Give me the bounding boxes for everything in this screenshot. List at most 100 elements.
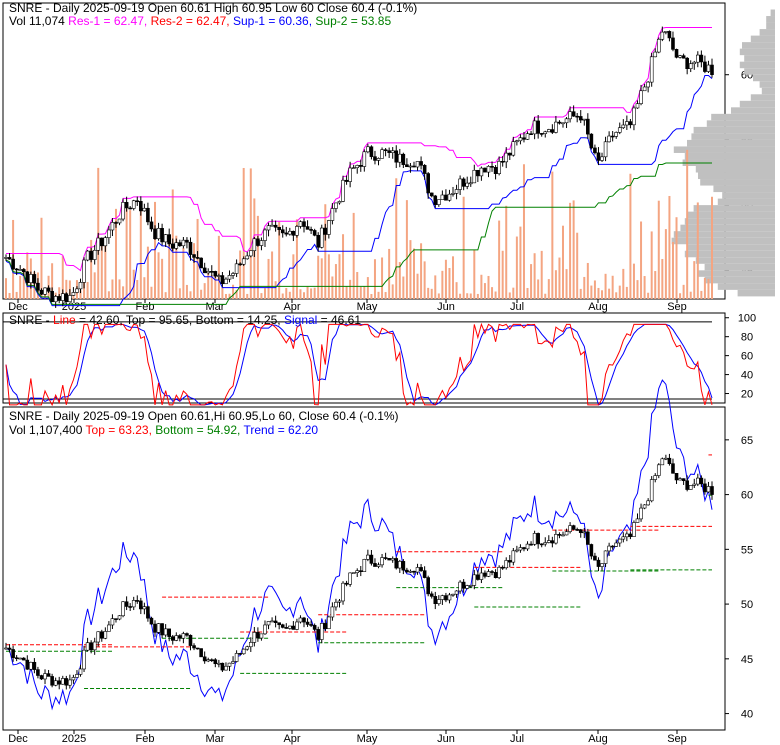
volume-bar <box>597 287 600 299</box>
candle-body <box>309 624 313 626</box>
volume-bar <box>657 200 660 299</box>
volume-bar <box>306 286 309 299</box>
candle-body <box>639 507 643 520</box>
candle-body <box>390 150 395 153</box>
candle-body <box>89 250 93 260</box>
volume-bar <box>19 275 22 299</box>
candle-body <box>649 479 654 502</box>
volume-profile-bar <box>711 113 775 121</box>
volume-bar <box>363 286 366 299</box>
candle-body <box>387 150 391 153</box>
candle-body <box>39 289 44 295</box>
candle-body <box>337 201 342 204</box>
volume-bar <box>405 200 408 299</box>
candle-body <box>458 581 462 592</box>
candle-body <box>479 572 484 580</box>
candle-body <box>646 81 650 88</box>
candle-body <box>351 572 356 574</box>
candle-body <box>444 595 448 601</box>
candle-body <box>561 122 565 125</box>
candle-body <box>266 225 271 231</box>
candle-body <box>213 659 218 665</box>
candle-body <box>135 600 140 602</box>
candle-body <box>380 149 384 159</box>
x-tick-label: Apr <box>283 301 300 313</box>
volume-bar <box>86 282 89 299</box>
volume-bar <box>249 168 252 299</box>
candle-body <box>483 572 487 577</box>
candle-body <box>419 161 423 166</box>
candle-body <box>578 529 583 533</box>
volume-bar <box>150 286 153 299</box>
candle-body <box>500 566 505 569</box>
candle-body <box>11 649 15 658</box>
x-tick-label: Aug <box>588 301 608 313</box>
volume-bar <box>636 280 639 299</box>
volume-bar <box>207 271 210 299</box>
candle-body <box>227 662 232 667</box>
candle-body <box>82 649 86 670</box>
volume-bar <box>434 275 437 299</box>
candle-body <box>422 165 427 174</box>
candle-body <box>486 166 491 173</box>
candle-body <box>625 533 629 538</box>
candle-body <box>397 561 402 569</box>
candle-body <box>29 274 33 284</box>
volume-bar <box>448 267 451 299</box>
volume-profile-bar <box>687 139 775 147</box>
volume-profile-bar <box>737 289 775 297</box>
candle-body <box>394 150 399 163</box>
volume-bar <box>373 259 376 299</box>
candle-body <box>7 647 12 650</box>
candle-body <box>302 617 306 623</box>
volume-bar <box>650 231 653 299</box>
volume-bar <box>285 288 288 299</box>
candle-body <box>316 234 321 248</box>
candle-body <box>291 625 296 630</box>
candle-body <box>319 227 324 248</box>
volume-bar <box>569 202 572 299</box>
candle-body <box>681 55 686 59</box>
candle-body <box>238 653 242 655</box>
volume-bar <box>615 292 618 299</box>
candle-body <box>248 250 253 257</box>
candle-body <box>238 263 242 266</box>
x-tick-label: May <box>357 301 378 313</box>
candle-body <box>82 259 86 283</box>
volume-bar <box>671 241 674 299</box>
candle-body <box>575 529 579 531</box>
volume-bar <box>331 276 334 299</box>
candle-body <box>18 269 22 271</box>
candle-body <box>358 570 363 572</box>
candle-body <box>529 133 533 135</box>
candle-body <box>433 195 438 205</box>
stoch-signal-line <box>5 323 713 406</box>
candle-body <box>199 648 203 658</box>
candle-body <box>128 606 132 608</box>
candle-body <box>472 574 477 586</box>
candle-body <box>447 594 452 601</box>
candle-body <box>444 194 448 201</box>
candle-body <box>543 131 548 134</box>
candle-body <box>504 152 509 163</box>
volume-bar <box>466 293 469 299</box>
y-tick-label: 50 <box>741 599 753 611</box>
candle-body <box>36 669 40 676</box>
candle-body <box>355 570 360 573</box>
candle-body <box>231 273 235 276</box>
candle-body <box>518 137 523 142</box>
candle-body <box>426 577 430 595</box>
candle-body <box>465 182 470 187</box>
candle-body <box>664 457 668 460</box>
volume-bar <box>217 235 220 299</box>
candle-body <box>57 296 62 301</box>
candle-body <box>571 525 576 530</box>
candle-body <box>586 531 590 545</box>
candle-body <box>529 543 533 546</box>
candle-body <box>554 121 558 133</box>
volume-bar <box>679 293 682 299</box>
candle-body <box>185 633 189 636</box>
candle-body <box>121 601 125 617</box>
sup2-stat: Sup-2 = 53.85 <box>315 14 392 28</box>
volume-bar <box>178 288 181 299</box>
